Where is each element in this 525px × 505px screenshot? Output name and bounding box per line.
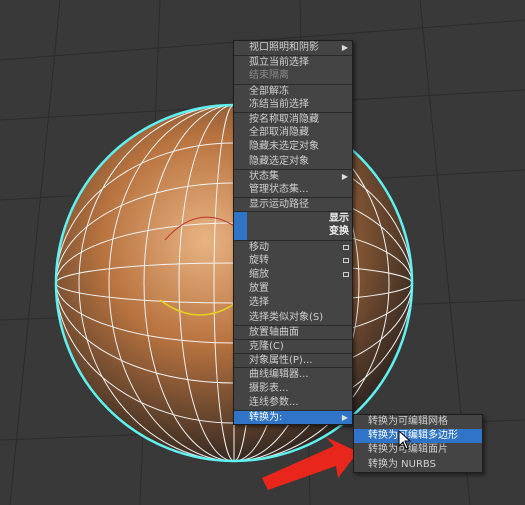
- menu-item-move[interactable]: 移动: [234, 239, 352, 254]
- convert-to-submenu: 转换为可编辑网格 转换为可编辑多边形 转换为可编辑面片 转换为 NURBS: [353, 414, 483, 473]
- submenu-arrow-icon: ▶: [341, 412, 348, 422]
- menu-item-clone[interactable]: 克隆(C): [234, 338, 352, 353]
- quad-header-display: 显示: [234, 211, 352, 226]
- mouse-cursor-icon: [398, 430, 412, 450]
- options-box-icon[interactable]: [343, 257, 349, 263]
- quad-header-transform: 变换: [234, 225, 352, 240]
- menu-item-state-sets[interactable]: 状态集 ▶: [234, 168, 352, 183]
- menu-item-display-trajectory[interactable]: 显示运动路径: [234, 197, 352, 211]
- menu-item-wire-parameters[interactable]: 连线参数...: [234, 396, 352, 410]
- menu-item-hide-selection[interactable]: 隐藏选定对象: [234, 155, 352, 169]
- menu-item-isolate-selection[interactable]: 孤立当前选择: [234, 55, 352, 69]
- menu-item-hide-unselected[interactable]: 隐藏未选定对象: [234, 140, 352, 154]
- menu-item-select-similar[interactable]: 选择类似对象(S): [234, 311, 352, 325]
- menu-item-unfreeze-all[interactable]: 全部解冻: [234, 83, 352, 98]
- menu-item-viewport-lighting[interactable]: 视口照明和阴影 ▶: [234, 41, 352, 55]
- menu-item-freeze-selection[interactable]: 冻结当前选择: [234, 98, 352, 112]
- submenu-item-editable-mesh[interactable]: 转换为可编辑网格: [354, 415, 482, 429]
- menu-item-dope-sheet[interactable]: 摄影表...: [234, 382, 352, 396]
- menu-item-object-properties[interactable]: 对象属性(P)...: [234, 353, 352, 367]
- submenu-item-nurbs[interactable]: 转换为 NURBS: [354, 458, 482, 472]
- menu-item-manage-state-sets[interactable]: 管理状态集...: [234, 183, 352, 197]
- options-box-icon[interactable]: [343, 244, 349, 250]
- submenu-arrow-icon: ▶: [341, 43, 348, 52]
- menu-item-rotate[interactable]: 旋转: [234, 254, 352, 268]
- menu-item-unhide-all[interactable]: 全部取消隐藏: [234, 126, 352, 140]
- menu-item-end-isolate: 结束隔离: [249, 70, 289, 82]
- menu-item-unhide-by-name[interactable]: 按名称取消隐藏: [234, 111, 352, 126]
- submenu-item-editable-poly[interactable]: 转换为可编辑多边形: [354, 429, 482, 444]
- menu-item-scale[interactable]: 缩放: [234, 268, 352, 282]
- quad-menu: 视口照明和阴影 ▶ 孤立当前选择 结束隔离 全部解冻 冻结当前选择 按名称取消隐藏…: [233, 40, 353, 426]
- menu-item-convert-to[interactable]: 转换为: ▶: [234, 409, 352, 425]
- menu-item-place-pivot-surface[interactable]: 放置轴曲面: [234, 324, 352, 339]
- menu-item-curve-editor[interactable]: 曲线编辑器...: [234, 367, 352, 381]
- menu-item-select[interactable]: 选择: [234, 296, 352, 310]
- options-box-icon[interactable]: [343, 272, 349, 277]
- menu-item-place[interactable]: 放置: [234, 282, 352, 296]
- submenu-arrow-icon: ▶: [341, 171, 348, 181]
- submenu-item-editable-patch[interactable]: 转换为可编辑面片: [354, 443, 482, 457]
